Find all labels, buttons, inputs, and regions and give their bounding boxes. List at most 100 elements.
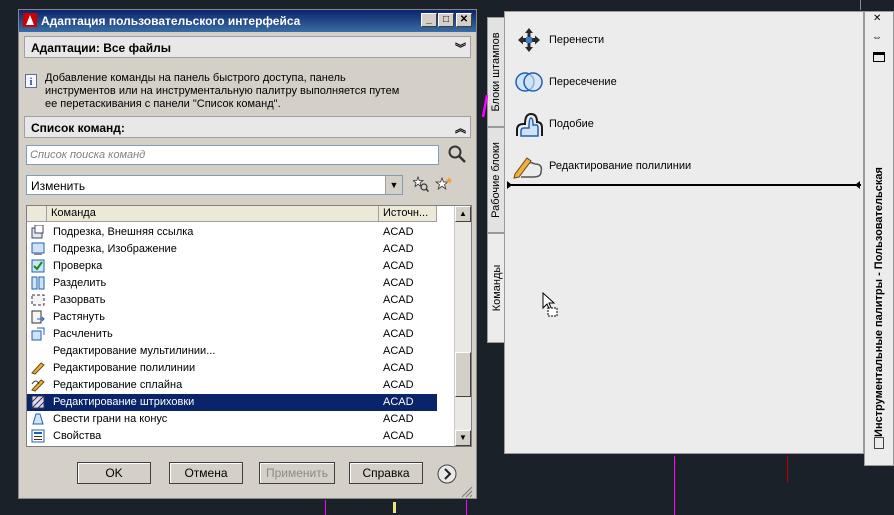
- taper-icon: [32, 413, 44, 425]
- drop-insert-line: [509, 184, 861, 186]
- command-row[interactable]: Подрезка, Внешняя ссылка ACAD: [27, 224, 437, 241]
- command-name: Подрезка, Изображение: [53, 243, 177, 255]
- drop-marker-right: [855, 181, 860, 189]
- stretch-icon: [31, 310, 45, 324]
- command-name: Свойства: [53, 430, 102, 442]
- command-row[interactable]: Расчленить ACAD: [27, 326, 437, 343]
- info-icon: i: [25, 74, 37, 88]
- canvas-line: [325, 500, 326, 515]
- command-row[interactable]: Проверка ACAD: [27, 258, 437, 275]
- command-row[interactable]: Разорвать ACAD: [27, 292, 437, 309]
- tab-label: Рабочие блоки: [490, 142, 502, 218]
- properties-menu-icon[interactable]: [873, 52, 885, 62]
- scroll-up-button[interactable]: ▲: [455, 206, 471, 222]
- find-command-icon[interactable]: [413, 176, 429, 192]
- break-icon: [31, 294, 45, 306]
- command-list-label: Список команд:: [31, 121, 125, 135]
- resize-grip-icon[interactable]: [459, 484, 473, 498]
- command-source: ACAD: [383, 243, 414, 255]
- scroll-down-button[interactable]: ▼: [455, 430, 471, 446]
- tool-label: Перенести: [549, 34, 605, 46]
- offset-icon: [516, 112, 543, 137]
- hatch-edit-icon: [31, 395, 45, 409]
- app-icon: [23, 13, 37, 27]
- command-row[interactable]: Свойства ACAD: [27, 428, 437, 445]
- vertical-scrollbar[interactable]: ▲ ▼: [454, 206, 471, 446]
- apply-button[interactable]: Применить: [259, 462, 335, 484]
- properties-icon: [31, 429, 45, 443]
- divide-icon: [31, 276, 45, 290]
- new-command-icon[interactable]: [435, 176, 453, 192]
- customizations-label: Адаптации: Все файлы: [31, 41, 171, 55]
- canvas-line: [393, 502, 396, 513]
- command-name: Растянуть: [53, 311, 105, 323]
- command-row[interactable]: Редактирование полилинии ACAD: [27, 360, 437, 377]
- intersect-icon: [515, 72, 543, 92]
- close-palette-icon[interactable]: ✕: [873, 13, 881, 24]
- command-row[interactable]: Разделить ACAD: [27, 275, 437, 292]
- canvas-line: [466, 500, 467, 515]
- filter-select[interactable]: Изменить ▼: [26, 175, 403, 195]
- command-source: ACAD: [383, 396, 414, 408]
- ok-button[interactable]: OK: [77, 462, 151, 484]
- clip-image-icon: [31, 242, 45, 255]
- command-name: Свести грани на конус: [53, 413, 168, 425]
- expand-arrow-icon[interactable]: [437, 464, 457, 484]
- minimize-button[interactable]: _: [421, 13, 437, 27]
- command-source: ACAD: [383, 362, 414, 374]
- tab-work-blocks[interactable]: Рабочие блоки: [487, 127, 505, 233]
- tab-title-blocks[interactable]: Блоки штампов: [487, 17, 505, 127]
- auto-hide-icon[interactable]: ⇔: [872, 32, 882, 43]
- command-source: ACAD: [383, 277, 414, 289]
- search-input[interactable]: Список поиска команд: [26, 145, 439, 165]
- command-name: Расчленить: [53, 328, 113, 340]
- tool-label: Подобие: [549, 118, 594, 130]
- column-header-command[interactable]: Команда: [47, 206, 379, 222]
- dropdown-arrow-icon[interactable]: ▼: [385, 176, 402, 194]
- command-row[interactable]: Свести грани на конус ACAD: [27, 411, 437, 428]
- chevron-up-icon[interactable]: ︽: [455, 120, 466, 136]
- command-list: Команда Источн... Подрезка, Внешняя ссыл…: [26, 205, 472, 447]
- command-row[interactable]: Редактирование мультилинии... ACAD: [27, 343, 437, 360]
- pedit-icon: [31, 362, 45, 375]
- command-row[interactable]: Редактирование штриховки ACAD: [27, 394, 437, 411]
- command-row[interactable]: Подрезка, Изображение ACAD: [27, 241, 437, 258]
- cancel-button[interactable]: Отмена: [169, 462, 243, 484]
- command-name: Редактирование штриховки: [53, 396, 195, 408]
- search-placeholder: Список поиска команд: [30, 149, 146, 161]
- scroll-thumb[interactable]: [455, 352, 471, 397]
- command-name: Редактирование полилинии: [53, 362, 196, 374]
- explode-icon: [31, 327, 45, 341]
- search-icon[interactable]: [447, 144, 467, 164]
- command-source: ACAD: [383, 260, 414, 272]
- chevron-down-icon[interactable]: ︾: [455, 40, 466, 56]
- customizations-header[interactable]: Адаптации: Все файлы ︾: [24, 36, 471, 58]
- info-text: Добавление команды на панель быстрого до…: [45, 72, 400, 110]
- audit-icon: [31, 259, 45, 273]
- clip-xref-icon: [31, 225, 44, 239]
- command-source: ACAD: [383, 430, 414, 442]
- command-row[interactable]: Растянуть ACAD: [27, 309, 437, 326]
- close-button[interactable]: ✕: [456, 13, 472, 27]
- command-source: ACAD: [383, 226, 414, 238]
- move-icon: [518, 28, 540, 52]
- tool-palette: Блоки штампов Рабочие блоки Команды Пере…: [481, 11, 894, 466]
- tool-label: Редактирование полилинии: [549, 160, 692, 172]
- command-name: Редактирование сплайна: [53, 379, 183, 391]
- palette-bottom-icon[interactable]: [874, 437, 884, 449]
- help-button[interactable]: Справка: [349, 462, 423, 484]
- column-header-source[interactable]: Источн...: [379, 206, 437, 222]
- command-source: ACAD: [383, 311, 414, 323]
- tab-commands[interactable]: Команды: [487, 233, 505, 343]
- dialog-titlebar[interactable]: Адаптация пользовательского интерфейса _…: [19, 10, 476, 32]
- command-name: Разорвать: [53, 294, 106, 306]
- command-name: Редактирование мультилинии...: [53, 345, 216, 357]
- maximize-button[interactable]: □: [438, 13, 454, 27]
- command-source: ACAD: [383, 328, 414, 340]
- dialog-title: Адаптация пользовательского интерфейса: [41, 14, 301, 28]
- palette-title-strip[interactable]: ✕ ⇔ Инструментальные палитры - Пользоват…: [864, 11, 894, 466]
- command-list-header[interactable]: Список команд: ︽: [24, 116, 471, 138]
- command-row[interactable]: Редактирование сплайна ACAD: [27, 377, 437, 394]
- command-name: Разделить: [53, 277, 107, 289]
- tab-marker-icon: [481, 95, 489, 117]
